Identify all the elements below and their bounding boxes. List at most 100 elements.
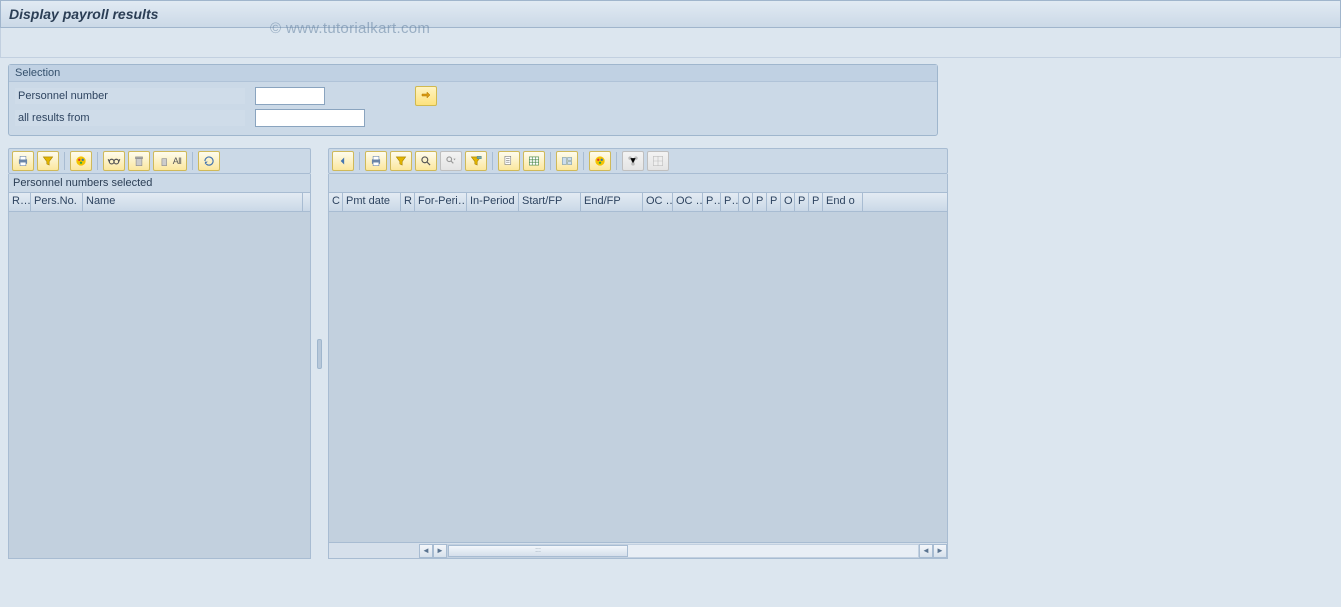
toolbar-separator [550,152,551,170]
selection-panel: Selection Personnel number all results f… [8,64,938,136]
arrow-right-icon [420,89,432,104]
filter-icon [41,154,55,168]
scroll-left-arrow-icon[interactable]: ◄ [419,544,433,558]
filter-button[interactable] [37,151,59,171]
color-icon [74,154,88,168]
column-header[interactable]: P… [721,193,739,211]
spreadsheet-icon [527,154,541,168]
glasses-button[interactable] [103,151,125,171]
toolbar-separator [359,152,360,170]
all-results-from-label: all results from [15,110,245,126]
selection-panel-header: Selection [9,65,937,82]
toolbar-separator [64,152,65,170]
title-bar: Display payroll results [0,0,1341,28]
toolbar-separator [492,152,493,170]
column-header[interactable]: In-Period [467,193,519,211]
print-button[interactable] [12,151,34,171]
column-header[interactable]: O [739,193,753,211]
personnel-number-row: Personnel number [15,86,931,106]
column-header[interactable]: Pers.No. [31,193,83,211]
right-grid-area[interactable] [329,212,947,542]
left-column-headers: R…Pers.No.Name [9,192,310,212]
toolbar-separator [583,152,584,170]
column-header[interactable]: Name [83,193,303,211]
column-header[interactable]: P [767,193,781,211]
refresh-button[interactable] [198,151,220,171]
toolbar-separator [192,152,193,170]
layout-icon [560,154,574,168]
grids-container: All Personnel numbers selected R…Pers.No… [8,148,948,559]
column-header[interactable]: R [401,193,415,211]
print-icon [369,154,383,168]
column-header[interactable]: P [795,193,809,211]
right-alv-body: CPmt dateRFor-Peri…In-PeriodStart/FPEnd/… [328,174,948,559]
column-header[interactable]: End/FP [581,193,643,211]
toolbar-separator [97,152,98,170]
left-alv: All Personnel numbers selected R…Pers.No… [8,148,311,559]
color-button[interactable] [589,151,611,171]
multiple-selection-button[interactable] [415,86,437,106]
column-header[interactable]: Start/FP [519,193,581,211]
funnel-button[interactable] [465,151,487,171]
export-icon [502,154,516,168]
personnel-number-label: Personnel number [15,88,245,104]
graph-button [622,151,644,171]
delete-all-icon-label: All [173,156,182,166]
column-header[interactable]: End o [823,193,863,211]
color-button[interactable] [70,151,92,171]
left-alv-body: Personnel numbers selected R…Pers.No.Nam… [8,174,311,559]
column-header[interactable]: P… [703,193,721,211]
column-header[interactable]: For-Peri… [415,193,467,211]
all-results-from-input[interactable] [255,109,365,127]
right-alv-caption-spacer [329,174,947,192]
column-header[interactable]: R… [9,193,31,211]
scrollbar-thumb[interactable]: ::: [448,545,628,557]
export-button[interactable] [498,151,520,171]
right-horizontal-scrollbar[interactable]: ◄ ► ::: ◄ ► [329,542,947,558]
left-alv-caption: Personnel numbers selected [9,174,310,192]
grid-button [647,151,669,171]
filter-button[interactable] [390,151,412,171]
personnel-number-input[interactable] [255,87,325,105]
spreadsheet-button[interactable] [523,151,545,171]
page-title: Display payroll results [9,6,158,22]
scroll-right2-arrow-icon[interactable]: ► [933,544,947,558]
application-toolbar [0,28,1341,58]
column-header[interactable]: OC … [643,193,673,211]
layout-button[interactable] [556,151,578,171]
glasses-icon [107,154,121,168]
back-icon [336,154,350,168]
print-icon [16,154,30,168]
color-icon [593,154,607,168]
find-next-button [440,151,462,171]
refresh-icon [202,154,216,168]
all-results-from-row: all results from [15,109,931,127]
column-header[interactable]: P [809,193,823,211]
column-header[interactable]: O [781,193,795,211]
find-next-icon [444,154,458,168]
scrollbar-track[interactable]: ::: [447,544,919,558]
delete-all-button[interactable]: All [153,151,187,171]
column-header[interactable]: C [329,193,343,211]
column-header[interactable]: P [753,193,767,211]
right-column-headers: CPmt dateRFor-Peri…In-PeriodStart/FPEnd/… [329,192,947,212]
left-grid-area[interactable] [9,212,310,558]
graph-icon [626,154,640,168]
find-button[interactable] [415,151,437,171]
scroll-left2-arrow-icon[interactable]: ◄ [919,544,933,558]
column-header[interactable]: Pmt date [343,193,401,211]
find-icon [419,154,433,168]
delete-all-icon [159,154,173,168]
column-header[interactable]: OC … [673,193,703,211]
toolbar-separator [616,152,617,170]
funnel-icon [469,154,483,168]
print-button[interactable] [365,151,387,171]
left-alv-toolbar: All [8,148,311,174]
filter-icon [394,154,408,168]
delete-button[interactable] [128,151,150,171]
back-button[interactable] [332,151,354,171]
splitter-handle[interactable] [317,148,322,559]
delete-icon [132,154,146,168]
scroll-right-arrow-icon[interactable]: ► [433,544,447,558]
grid-icon [651,154,665,168]
